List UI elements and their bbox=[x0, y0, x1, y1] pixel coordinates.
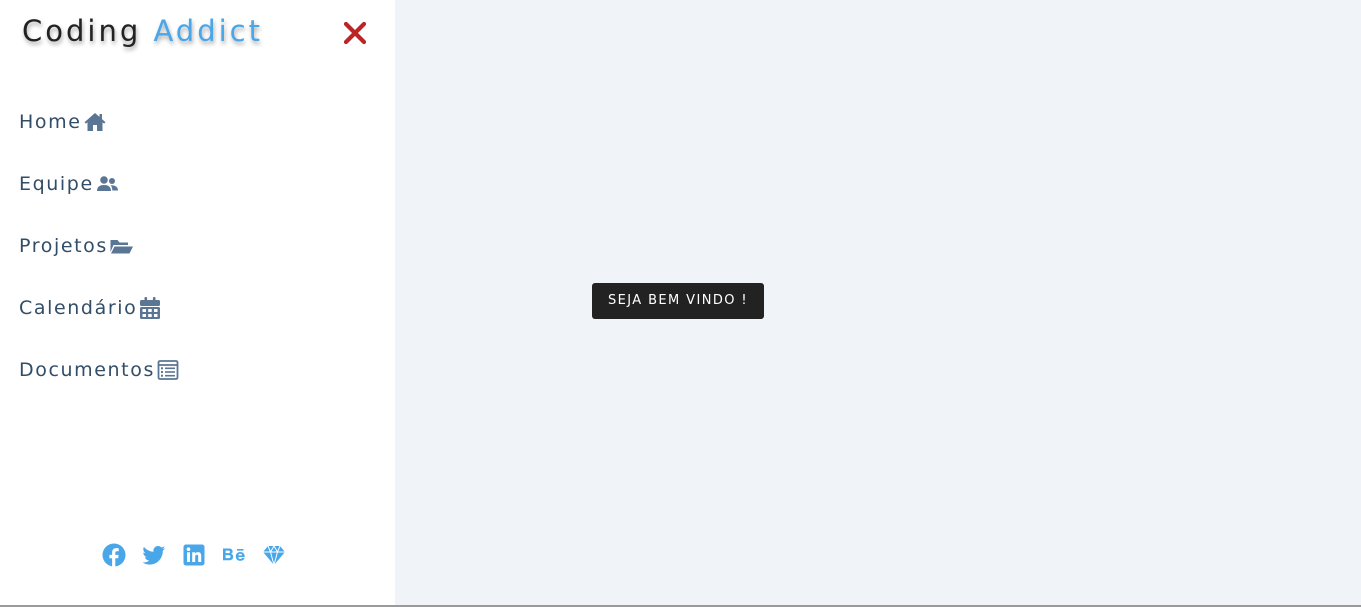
behance-link[interactable] bbox=[222, 543, 246, 567]
logo-accent-text: Addict bbox=[153, 14, 263, 48]
sidebar-item-label: Home bbox=[19, 111, 82, 133]
sidebar-item-label: Documentos bbox=[19, 359, 155, 381]
sidebar-item-label: Equipe bbox=[19, 173, 94, 195]
linkedin-icon bbox=[183, 544, 205, 566]
sidebar: Coding Addict Home Equipe Projetos Calen… bbox=[0, 0, 395, 605]
logo-primary-text: Coding bbox=[22, 14, 142, 48]
social-links bbox=[102, 543, 286, 567]
calendar-icon bbox=[138, 296, 162, 320]
twitter-link[interactable] bbox=[142, 543, 166, 567]
welcome-tooltip: SEJA BEM VINDO ! bbox=[592, 283, 764, 319]
facebook-link[interactable] bbox=[102, 543, 126, 567]
twitter-icon bbox=[142, 546, 165, 565]
sidebar-item-documentos[interactable]: Documentos bbox=[19, 352, 180, 414]
document-list-icon bbox=[156, 358, 180, 382]
sidebar-item-equipe[interactable]: Equipe bbox=[19, 166, 180, 228]
sidebar-item-calendario[interactable]: Calendário bbox=[19, 290, 180, 352]
folder-open-icon bbox=[109, 234, 133, 258]
facebook-icon bbox=[102, 543, 126, 567]
sidebar-item-projetos[interactable]: Projetos bbox=[19, 228, 180, 290]
users-icon bbox=[95, 172, 119, 196]
sketch-icon bbox=[263, 545, 285, 566]
home-icon bbox=[83, 110, 107, 134]
close-sidebar-button[interactable] bbox=[342, 20, 368, 46]
app: Coding Addict Home Equipe Projetos Calen… bbox=[0, 0, 1361, 607]
sidebar-nav: Home Equipe Projetos Calendário Document… bbox=[19, 104, 180, 414]
sidebar-item-label: Projetos bbox=[19, 235, 108, 257]
sidebar-item-label: Calendário bbox=[19, 297, 138, 319]
close-icon bbox=[343, 21, 367, 45]
sketch-link[interactable] bbox=[262, 543, 286, 567]
logo: Coding Addict bbox=[22, 14, 263, 48]
behance-icon bbox=[223, 548, 245, 561]
sidebar-item-home[interactable]: Home bbox=[19, 104, 180, 166]
linkedin-link[interactable] bbox=[182, 543, 206, 567]
